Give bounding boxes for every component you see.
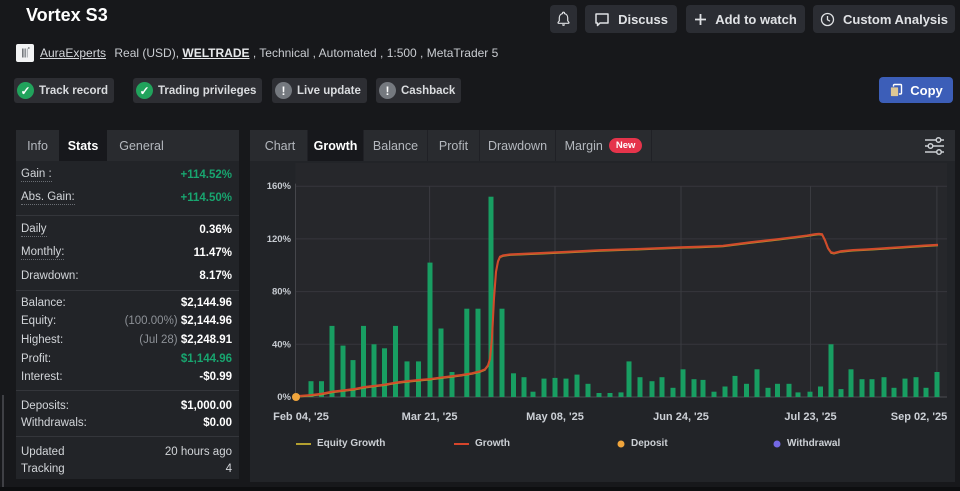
svg-text:0%: 0% (277, 392, 291, 403)
svg-text:Jun 24, '25: Jun 24, '25 (653, 411, 709, 423)
svg-text:Jul 23, '25: Jul 23, '25 (784, 411, 836, 423)
svg-text:120%: 120% (267, 234, 292, 245)
svg-text:Feb 04, '25: Feb 04, '25 (273, 411, 329, 423)
svg-text:160%: 160% (267, 181, 292, 192)
svg-text:May 08, '25: May 08, '25 (526, 411, 584, 423)
svg-text:Sep 02, '25: Sep 02, '25 (891, 411, 947, 423)
svg-text:80%: 80% (272, 287, 292, 298)
svg-text:Mar 21, '25: Mar 21, '25 (402, 411, 458, 423)
svg-text:40%: 40% (272, 339, 292, 350)
